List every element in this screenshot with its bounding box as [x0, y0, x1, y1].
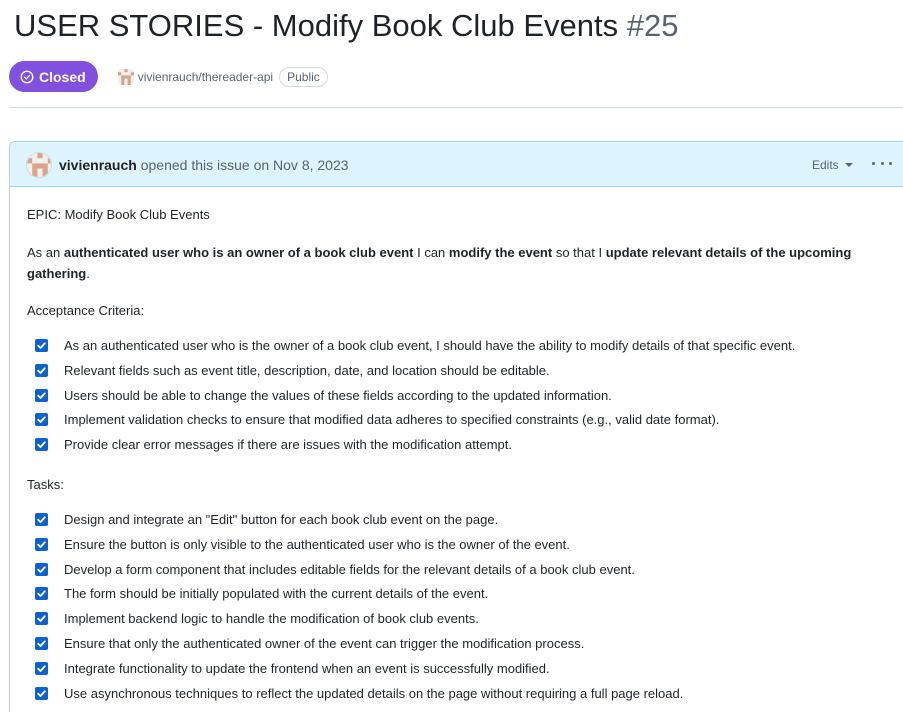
edits-dropdown[interactable]: Edits [812, 158, 853, 172]
checkbox[interactable] [35, 637, 48, 650]
task-list-item: Integrate functionality to update the fr… [35, 661, 550, 676]
task-text: Design and integrate an "Edit" button fo… [64, 512, 499, 527]
issue-meta: Closed vivienrauch/thereader-api Public [9, 61, 328, 92]
checkmark-icon [37, 689, 46, 697]
issue-title-text: USER STORIES - Modify Book Club Events [14, 8, 619, 43]
checkmark-icon [37, 342, 46, 349]
checkbox[interactable] [35, 562, 48, 576]
checkbox[interactable] [35, 513, 48, 526]
checkbox[interactable] [35, 612, 48, 626]
state-badge: Closed [9, 61, 98, 92]
task-list-item: Develop a form component that includes e… [35, 562, 635, 577]
task-text: Ensure that only the authenticated owner… [64, 636, 585, 651]
task-text: Use asynchronous techniques to reflect t… [64, 685, 684, 701]
task-text: Implement backend logic to handle the mo… [64, 611, 479, 627]
checkbox[interactable] [35, 388, 48, 402]
checkbox[interactable] [35, 686, 48, 700]
identicon-avatar-icon [27, 153, 51, 177]
task-list-item: Use asynchronous techniques to reflect t… [35, 686, 683, 701]
issue-number: #25 [626, 8, 679, 43]
task-text: Develop a form component that includes e… [64, 561, 635, 577]
visibility-badge: Public [279, 66, 328, 87]
repo-avatar[interactable] [117, 68, 134, 85]
task-list-item: Implement backend logic to handle the mo… [35, 611, 479, 626]
task-text: As an authenticated user who is the owne… [64, 338, 796, 353]
task-text: Relevant fields such as event title, des… [64, 362, 550, 378]
task-text: Provide clear error messages if there ar… [64, 437, 512, 453]
checkmark-icon [37, 516, 46, 523]
checkmark-icon [37, 416, 46, 424]
comment-header: vivienrauch opened this issue on Nov 8, … [10, 142, 903, 187]
kebab-horizontal-icon[interactable] [872, 155, 892, 171]
checkmark-icon [37, 665, 46, 672]
checkbox[interactable] [35, 537, 48, 551]
edits-label: Edits [812, 158, 839, 172]
task-text: Ensure the button is only visible to the… [64, 536, 570, 552]
task-list-item: The form should be initially populated w… [35, 586, 488, 601]
task-list-item: As an authenticated user who is the owne… [35, 338, 795, 353]
user-story: As an authenticated user who is an owner… [27, 245, 852, 281]
checkmark-icon [37, 590, 46, 598]
header-divider [9, 107, 903, 108]
state-label: Closed [39, 68, 86, 85]
checkbox[interactable] [35, 661, 48, 675]
check-circle-icon [20, 70, 34, 83]
task-list-item: Design and integrate an "Edit" button fo… [35, 512, 498, 527]
task-list-item: Provide clear error messages if there ar… [35, 437, 512, 452]
comment-header-text: vivienrauch opened this issue on Nov 8, … [59, 157, 349, 173]
checkmark-icon [37, 391, 46, 399]
task-text: The form should be initially populated w… [64, 586, 489, 602]
identicon-avatar-icon [117, 68, 134, 85]
checkbox[interactable] [35, 363, 48, 377]
checkbox[interactable] [35, 339, 48, 352]
acceptance-criteria-heading: Acceptance Criteria: [27, 303, 145, 318]
tasks-heading: Tasks: [27, 477, 64, 492]
epic-line: EPIC: Modify Book Club Events [27, 207, 210, 222]
task-list-item: Ensure the button is only visible to the… [35, 537, 570, 552]
author-avatar[interactable] [26, 152, 52, 178]
task-list-item: Relevant fields such as event title, des… [35, 363, 550, 378]
author-link[interactable]: vivienrauch [59, 157, 137, 173]
checkbox[interactable] [35, 438, 48, 452]
triangle-down-icon [844, 163, 853, 167]
checkmark-icon [37, 441, 46, 449]
task-text: Users should be able to change the value… [64, 387, 612, 403]
issue-page: USER STORIES - Modify Book Club Events #… [0, 0, 903, 712]
checkmark-icon [37, 640, 46, 647]
issue-comment: vivienrauch opened this issue on Nov 8, … [9, 141, 903, 712]
issue-title: USER STORIES - Modify Book Club Events #… [14, 6, 679, 46]
task-list-item: Users should be able to change the value… [35, 388, 612, 403]
task-list-item: Ensure that only the authenticated owner… [35, 636, 584, 651]
checkbox[interactable] [35, 413, 48, 427]
checkmark-icon [37, 367, 46, 374]
task-text: Integrate functionality to update the fr… [64, 660, 550, 676]
task-list-item: Implement validation checks to ensure th… [35, 412, 719, 427]
checkmark-icon [37, 565, 46, 573]
checkmark-icon [37, 615, 46, 623]
checkbox[interactable] [35, 587, 48, 601]
task-text: Implement validation checks to ensure th… [64, 412, 720, 428]
repo-link[interactable]: vivienrauch/thereader-api [138, 70, 273, 84]
comment-action: opened this issue on Nov 8, 2023 [140, 157, 349, 173]
checkmark-icon [37, 541, 46, 548]
